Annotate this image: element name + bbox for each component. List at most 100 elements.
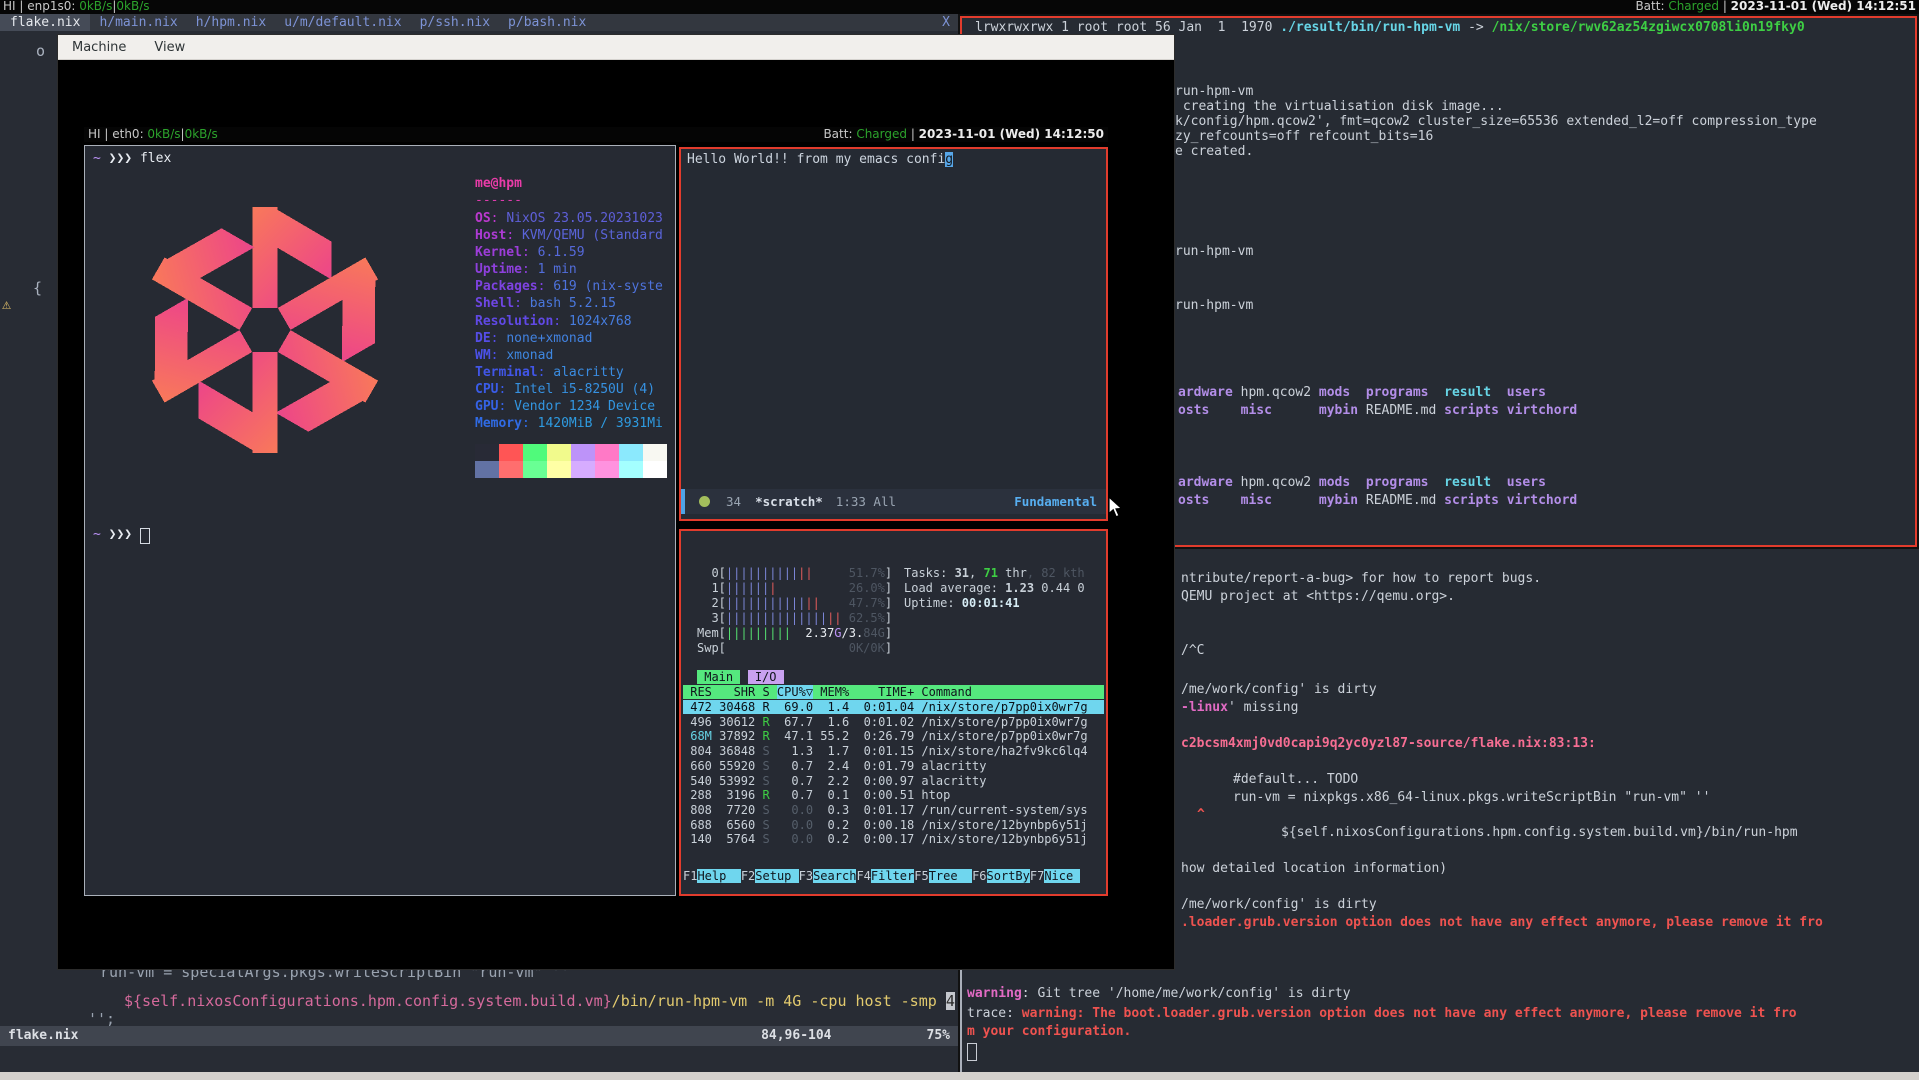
- term-line: run-hpm-vm: [1175, 244, 1253, 259]
- term-line: me@hpm: [475, 176, 522, 191]
- term-line: OS: NixOS 23.05.20231023: [475, 211, 663, 226]
- term-line: 804 36848 S 1.3 1.7 0:01.15 /nix/store/h…: [683, 744, 1088, 758]
- term-line: Uptime: 1 min: [475, 262, 577, 277]
- palette-swatch: [523, 461, 547, 478]
- mouse-pointer-icon: [1108, 496, 1125, 523]
- modeline-accent-bar: [681, 489, 685, 514]
- term-line: QEMU project at <https://qemu.org>.: [1181, 589, 1455, 604]
- htop-row-selected: 472 30468 R 69.0 1.4 0:01.04 /nix/store/…: [683, 700, 1104, 714]
- palette-swatch: [595, 444, 619, 461]
- term-line: 140 5764 S 0.0 0.2 0:00.17 /nix/store/12…: [683, 832, 1088, 846]
- term-line: 540 53992 S 0.7 2.2 0:00.97 alacritty: [683, 774, 986, 788]
- vm-framebuffer: HI | eth0: 0kB/s|0kB/s Batt: Charged | 2…: [84, 127, 1108, 895]
- term-line: ⚠: [2, 295, 11, 313]
- palette-swatch: [475, 461, 499, 478]
- term-line: Uptime: 00:01:41: [904, 596, 1020, 610]
- term-line: zy_refcounts=off refcount_bits=16: [1175, 129, 1433, 144]
- term-line: Host: KVM/QEMU (Standard: [475, 228, 663, 243]
- htop-fkey-bar[interactable]: F1Help F2Setup F3SearchF4FilterF5Tree F6…: [683, 869, 1080, 883]
- vim-cursor-position: 84,96-104: [761, 1026, 831, 1046]
- term-line: e created.: [1175, 144, 1253, 159]
- term-line: ${self.nixosConfigurations.hpm.config.sy…: [124, 992, 955, 1010]
- term-line: .loader.grub.version option does not hav…: [1181, 915, 1823, 930]
- term-line: creating the virtualisation disk image..…: [1175, 99, 1504, 114]
- modeline-line-count: 34: [726, 494, 741, 509]
- terminal-palette-row-bright: [475, 461, 667, 478]
- term-line: k/config/hpm.qcow2', fmt=qcow2 cluster_s…: [1175, 114, 1817, 129]
- term-line: trace: warning: The boot.loader.grub.ver…: [967, 1006, 1797, 1021]
- palette-swatch: [547, 461, 571, 478]
- modeline-major-mode: Fundamental: [1014, 494, 1097, 509]
- palette-swatch: [571, 444, 595, 461]
- term-line: 2[||||||||||||| 47.7%]: [697, 596, 892, 610]
- palette-swatch: [643, 461, 667, 478]
- term-line: Mem[||||||||| 2.37G/3.84G]: [697, 626, 892, 640]
- term-line: Shell: bash 5.2.15: [475, 296, 616, 311]
- qemu-menu-bar: Machine View: [58, 35, 1174, 60]
- term-line: Tasks: 31, 71 thr, 82 kth: [904, 566, 1085, 580]
- term-line: GPU: Vendor 1234 Device: [475, 399, 655, 414]
- term-line: run-hpm-vm: [1175, 298, 1253, 313]
- term-line: ntribute/report-a-bug> for how to report…: [1181, 571, 1541, 586]
- alacritty-neofetch-window[interactable]: ~ ❯❯❯ flexme@hpm------OS: NixOS 23.05.20…: [84, 145, 676, 896]
- host-status-bar: HI | enp1s0: 0kB/s|0kB/s Batt: Charged |…: [0, 0, 1919, 14]
- term-line: c2bcsm4xmj0vd0capi9q2yc0yzl87-source/fla…: [1181, 736, 1596, 751]
- vim-scroll-percent: 75%: [927, 1026, 950, 1046]
- emacs-modeline: 34 *scratch* 1:33 All Fundamental: [681, 489, 1106, 514]
- term-line: #default... TODO: [1233, 772, 1358, 787]
- term-line: 3[|||||||||||||||| 62.5%]: [697, 611, 892, 625]
- term-line: DE: none+xmonad: [475, 331, 592, 346]
- term-line: how detailed location information): [1181, 861, 1447, 876]
- palette-swatch: [475, 444, 499, 461]
- term-line: -linux' missing: [1181, 700, 1298, 715]
- term-line: osts misc mybin README.md scripts virtch…: [1178, 403, 1577, 418]
- term-line: o: [36, 42, 45, 60]
- bottom-dock-strip: [0, 1072, 1919, 1080]
- term-line: {: [33, 279, 42, 297]
- term-line: /^C: [1181, 643, 1204, 658]
- htop-window[interactable]: 0[|||||||||||| 51.7%] 1[||||||| 26.0%] 2…: [679, 529, 1108, 896]
- term-line: run-vm = nixpkgs.x86_64-linux.pkgs.write…: [1233, 790, 1710, 805]
- term-line: 0[|||||||||||| 51.7%]: [697, 566, 892, 580]
- modeline-status-dot-icon: [699, 496, 710, 507]
- term-line: Swp[ 0K/0K]: [697, 641, 892, 655]
- modeline-position: 1:33 All: [836, 494, 896, 509]
- palette-swatch: [499, 461, 523, 478]
- term-line: Load average: 1.23 0.44 0: [904, 581, 1085, 595]
- vm-net-status: HI | eth0: 0kB/s|0kB/s: [88, 127, 218, 142]
- palette-swatch: [619, 444, 643, 461]
- term-line: Resolution: 1024x768: [475, 314, 632, 329]
- term-line: Packages: 619 (nix-syste: [475, 279, 663, 294]
- term-line: ardware hpm.qcow2 mods programs result u…: [1178, 385, 1546, 400]
- vim-statusline: flake.nix 84,96-104 75%: [0, 1026, 958, 1046]
- term-line: Memory: 1420MiB / 3931Mi: [475, 416, 663, 431]
- term-line: 688 6560 S 0.0 0.2 0:00.18 /nix/store/12…: [683, 818, 1088, 832]
- term-line: /me/work/config' is dirty: [1181, 682, 1377, 697]
- palette-swatch: [547, 444, 571, 461]
- term-line: Kernel: 6.1.59: [475, 245, 585, 260]
- modeline-buffer-name: *scratch*: [755, 494, 823, 509]
- vm-batt-clock: Batt: Charged | 2023-11-01 (Wed) 14:12:5…: [823, 127, 1104, 142]
- term-line: ------: [475, 193, 522, 208]
- menu-machine[interactable]: Machine: [72, 40, 126, 55]
- htop-tabs[interactable]: Main I/O: [697, 670, 784, 684]
- term-line: /me/work/config' is dirty: [1181, 897, 1377, 912]
- term-line: ^: [1197, 807, 1205, 822]
- emacs-window[interactable]: Hello World!! from my emacs config 34 *s…: [679, 147, 1108, 521]
- term-line: ~ ❯❯❯: [93, 527, 150, 544]
- palette-swatch: [523, 444, 547, 461]
- palette-swatch: [595, 461, 619, 478]
- term-line: run-hpm-vm: [1175, 84, 1253, 99]
- term-line: osts misc mybin README.md scripts virtch…: [1178, 493, 1577, 508]
- term-line: WM: xmonad: [475, 348, 553, 363]
- term-line: ardware hpm.qcow2 mods programs result u…: [1178, 475, 1546, 490]
- term-line: Terminal: alacritty: [475, 365, 624, 380]
- emacs-buffer-text: Hello World!! from my emacs config: [687, 152, 953, 167]
- vim-statusline-file: flake.nix: [8, 1026, 78, 1046]
- term-line: 288 3196 R 0.7 0.1 0:00.51 htop: [683, 788, 950, 802]
- term-line: 68M 37892 R 47.1 55.2 0:26.79 /nix/store…: [683, 729, 1088, 743]
- desktop: HI | enp1s0: 0kB/s|0kB/s Batt: Charged |…: [0, 0, 1919, 1080]
- menu-view[interactable]: View: [154, 40, 185, 55]
- term-line: 808 7720 S 0.0 0.3 0:01.17 /run/current-…: [683, 803, 1088, 817]
- term-line: CPU: Intel i5-8250U (4): [475, 382, 655, 397]
